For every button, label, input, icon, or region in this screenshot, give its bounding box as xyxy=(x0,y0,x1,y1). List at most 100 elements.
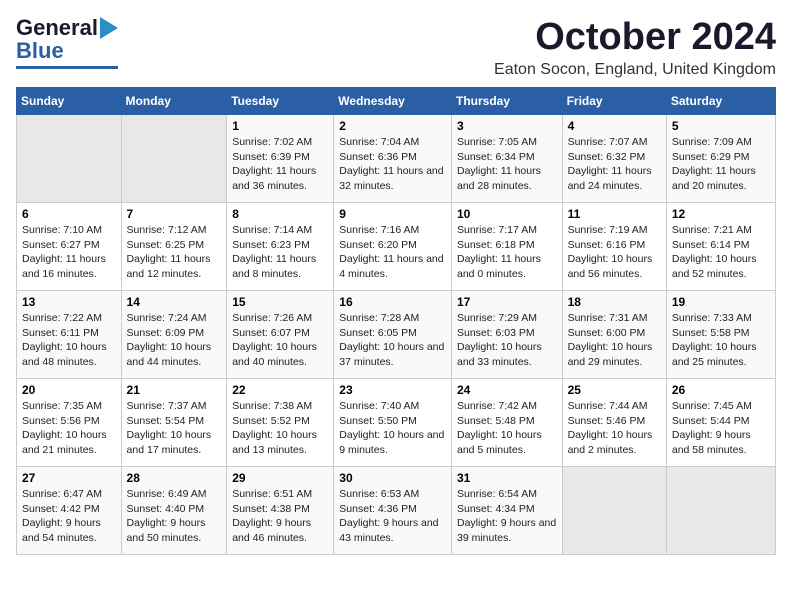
calendar-table: SundayMondayTuesdayWednesdayThursdayFrid… xyxy=(16,87,776,555)
weekday-header: Thursday xyxy=(451,88,562,115)
day-info: Sunrise: 7:33 AMSunset: 5:58 PMDaylight:… xyxy=(672,311,770,370)
calendar-cell: 11 Sunrise: 7:19 AMSunset: 6:16 PMDayligh… xyxy=(562,203,666,291)
day-number: 11 xyxy=(568,207,661,221)
day-number: 24 xyxy=(457,383,557,397)
day-info: Sunrise: 6:54 AMSunset: 4:34 PMDaylight:… xyxy=(457,487,557,546)
calendar-cell: 26Sunrise: 7:45 AMSunset: 5:44 PMDayligh… xyxy=(666,379,775,467)
calendar-week-row: 6 Sunrise: 7:10 AMSunset: 6:27 PMDaylight… xyxy=(17,203,776,291)
day-info: Sunrise: 7:17 AMSunset: 6:18 PMDaylight:… xyxy=(457,223,557,282)
day-number: 22 xyxy=(232,383,328,397)
day-info: Sunrise: 7:26 AMSunset: 6:07 PMDaylight:… xyxy=(232,311,328,370)
day-info: Sunrise: 7:02 AMSunset: 6:39 PMDaylight:… xyxy=(232,135,328,194)
day-info: Sunrise: 6:47 AMSunset: 4:42 PMDaylight:… xyxy=(22,487,116,546)
weekday-header: Wednesday xyxy=(334,88,452,115)
calendar-cell: 8Sunrise: 7:14 AMSunset: 6:23 PMDaylight… xyxy=(227,203,334,291)
calendar-cell: 6 Sunrise: 7:10 AMSunset: 6:27 PMDaylight… xyxy=(17,203,122,291)
calendar-cell: 17Sunrise: 7:29 AMSunset: 6:03 PMDayligh… xyxy=(451,291,562,379)
day-number: 4 xyxy=(568,119,661,133)
day-number: 7 xyxy=(127,207,222,221)
day-info: Sunrise: 7:07 AMSunset: 6:32 PMDaylight:… xyxy=(568,135,661,194)
weekday-header: Friday xyxy=(562,88,666,115)
day-info: Sunrise: 7:24 AMSunset: 6:09 PMDaylight:… xyxy=(127,311,222,370)
calendar-cell xyxy=(121,115,227,203)
calendar-cell: 2 Sunrise: 7:04 AMSunset: 6:36 PMDaylight… xyxy=(334,115,452,203)
calendar-cell: 5 Sunrise: 7:09 AMSunset: 6:29 PMDaylight… xyxy=(666,115,775,203)
day-number: 28 xyxy=(127,471,222,485)
calendar-cell: 24Sunrise: 7:42 AMSunset: 5:48 PMDayligh… xyxy=(451,379,562,467)
logo: General Blue xyxy=(16,16,118,69)
calendar-cell: 15 Sunrise: 7:26 AMSunset: 6:07 PMDayligh… xyxy=(227,291,334,379)
logo-arrow-icon xyxy=(100,17,118,39)
calendar-cell: 18 Sunrise: 7:31 AMSunset: 6:00 PMDayligh… xyxy=(562,291,666,379)
day-number: 2 xyxy=(339,119,446,133)
day-info: Sunrise: 7:37 AMSunset: 5:54 PMDaylight:… xyxy=(127,399,222,458)
day-number: 15 xyxy=(232,295,328,309)
calendar-cell: 16 Sunrise: 7:28 AMSunset: 6:05 PMDayligh… xyxy=(334,291,452,379)
day-number: 19 xyxy=(672,295,770,309)
calendar-cell xyxy=(17,115,122,203)
calendar-cell: 9 Sunrise: 7:16 AMSunset: 6:20 PMDaylight… xyxy=(334,203,452,291)
calendar-week-row: 27Sunrise: 6:47 AMSunset: 4:42 PMDayligh… xyxy=(17,467,776,555)
day-number: 31 xyxy=(457,471,557,485)
calendar-cell: 23 Sunrise: 7:40 AMSunset: 5:50 PMDayligh… xyxy=(334,379,452,467)
day-info: Sunrise: 7:04 AMSunset: 6:36 PMDaylight:… xyxy=(339,135,446,194)
calendar-cell: 20Sunrise: 7:35 AMSunset: 5:56 PMDayligh… xyxy=(17,379,122,467)
calendar-cell: 22 Sunrise: 7:38 AMSunset: 5:52 PMDayligh… xyxy=(227,379,334,467)
day-number: 17 xyxy=(457,295,557,309)
day-info: Sunrise: 6:49 AMSunset: 4:40 PMDaylight:… xyxy=(127,487,222,546)
day-number: 29 xyxy=(232,471,328,485)
day-number: 9 xyxy=(339,207,446,221)
day-number: 1 xyxy=(232,119,328,133)
calendar-week-row: 20Sunrise: 7:35 AMSunset: 5:56 PMDayligh… xyxy=(17,379,776,467)
calendar-cell xyxy=(666,467,775,555)
page-title: October 2024 xyxy=(494,16,776,59)
day-info: Sunrise: 6:51 AMSunset: 4:38 PMDaylight:… xyxy=(232,487,328,546)
day-number: 25 xyxy=(568,383,661,397)
day-number: 3 xyxy=(457,119,557,133)
day-number: 13 xyxy=(22,295,116,309)
day-info: Sunrise: 7:10 AMSunset: 6:27 PMDaylight:… xyxy=(22,223,116,282)
logo-blue: Blue xyxy=(16,38,64,64)
weekday-header-row: SundayMondayTuesdayWednesdayThursdayFrid… xyxy=(17,88,776,115)
day-info: Sunrise: 7:12 AMSunset: 6:25 PMDaylight:… xyxy=(127,223,222,282)
page-header: General Blue October 2024 Eaton Socon, E… xyxy=(16,16,776,79)
day-number: 21 xyxy=(127,383,222,397)
weekday-header: Sunday xyxy=(17,88,122,115)
calendar-cell: 30Sunrise: 6:53 AMSunset: 4:36 PMDayligh… xyxy=(334,467,452,555)
day-number: 10 xyxy=(457,207,557,221)
logo-underline xyxy=(16,66,118,69)
calendar-week-row: 1 Sunrise: 7:02 AMSunset: 6:39 PMDaylight… xyxy=(17,115,776,203)
calendar-cell: 4 Sunrise: 7:07 AMSunset: 6:32 PMDaylight… xyxy=(562,115,666,203)
calendar-week-row: 13 Sunrise: 7:22 AMSunset: 6:11 PMDayligh… xyxy=(17,291,776,379)
calendar-cell: 3 Sunrise: 7:05 AMSunset: 6:34 PMDaylight… xyxy=(451,115,562,203)
day-info: Sunrise: 7:40 AMSunset: 5:50 PMDaylight:… xyxy=(339,399,446,458)
day-info: Sunrise: 7:28 AMSunset: 6:05 PMDaylight:… xyxy=(339,311,446,370)
day-number: 18 xyxy=(568,295,661,309)
day-number: 23 xyxy=(339,383,446,397)
day-info: Sunrise: 6:53 AMSunset: 4:36 PMDaylight:… xyxy=(339,487,446,546)
weekday-header: Tuesday xyxy=(227,88,334,115)
day-info: Sunrise: 7:05 AMSunset: 6:34 PMDaylight:… xyxy=(457,135,557,194)
day-number: 5 xyxy=(672,119,770,133)
calendar-cell: 27Sunrise: 6:47 AMSunset: 4:42 PMDayligh… xyxy=(17,467,122,555)
day-info: Sunrise: 7:09 AMSunset: 6:29 PMDaylight:… xyxy=(672,135,770,194)
day-info: Sunrise: 7:14 AMSunset: 6:23 PMDaylight:… xyxy=(232,223,328,282)
day-number: 12 xyxy=(672,207,770,221)
day-info: Sunrise: 7:16 AMSunset: 6:20 PMDaylight:… xyxy=(339,223,446,282)
calendar-cell: 29 Sunrise: 6:51 AMSunset: 4:38 PMDayligh… xyxy=(227,467,334,555)
calendar-cell: 28 Sunrise: 6:49 AMSunset: 4:40 PMDayligh… xyxy=(121,467,227,555)
calendar-cell: 13 Sunrise: 7:22 AMSunset: 6:11 PMDayligh… xyxy=(17,291,122,379)
day-info: Sunrise: 7:38 AMSunset: 5:52 PMDaylight:… xyxy=(232,399,328,458)
weekday-header: Monday xyxy=(121,88,227,115)
calendar-cell: 25Sunrise: 7:44 AMSunset: 5:46 PMDayligh… xyxy=(562,379,666,467)
day-info: Sunrise: 7:19 AMSunset: 6:16 PMDaylight:… xyxy=(568,223,661,282)
day-info: Sunrise: 7:21 AMSunset: 6:14 PMDaylight:… xyxy=(672,223,770,282)
calendar-cell: 21 Sunrise: 7:37 AMSunset: 5:54 PMDayligh… xyxy=(121,379,227,467)
day-number: 16 xyxy=(339,295,446,309)
day-info: Sunrise: 7:31 AMSunset: 6:00 PMDaylight:… xyxy=(568,311,661,370)
day-number: 20 xyxy=(22,383,116,397)
calendar-cell: 19 Sunrise: 7:33 AMSunset: 5:58 PMDayligh… xyxy=(666,291,775,379)
day-number: 6 xyxy=(22,207,116,221)
day-info: Sunrise: 7:22 AMSunset: 6:11 PMDaylight:… xyxy=(22,311,116,370)
logo-general: General xyxy=(16,16,98,40)
